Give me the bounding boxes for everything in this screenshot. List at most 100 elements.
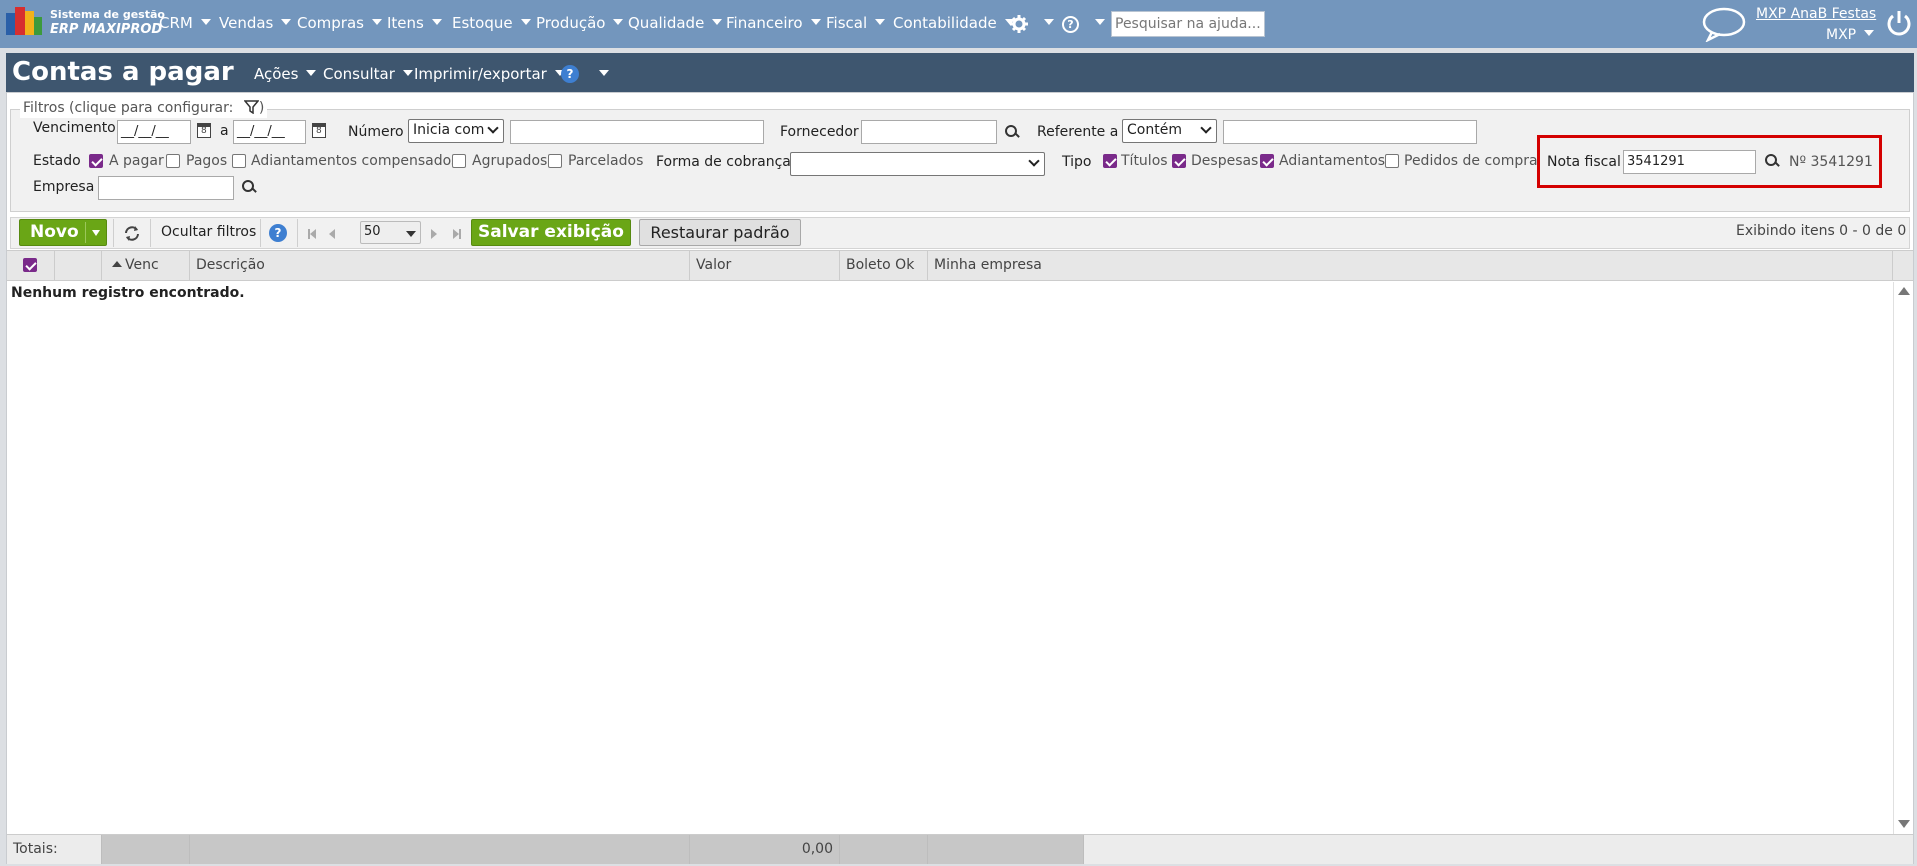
- menu-fiscal[interactable]: Fiscal: [826, 14, 886, 32]
- menu-estoque[interactable]: Estoque: [452, 14, 531, 32]
- empresa-input[interactable]: [98, 176, 234, 200]
- gear-icon[interactable]: [1010, 15, 1028, 33]
- referente-input[interactable]: [1223, 120, 1477, 144]
- column-boleto-ok[interactable]: Boleto Ok: [840, 251, 928, 280]
- referente-mode-select[interactable]: Contém: [1122, 119, 1217, 143]
- estado-a-pagar-label: A pagar: [109, 153, 164, 169]
- estado-parcelados-checkbox[interactable]: [548, 154, 562, 168]
- menu-consultar[interactable]: Consultar: [323, 65, 413, 83]
- caret-icon: [613, 19, 624, 25]
- menu-vendas[interactable]: Vendas: [219, 14, 292, 32]
- novo-dropdown-icon[interactable]: [92, 230, 100, 236]
- search-icon[interactable]: [1004, 124, 1020, 140]
- salvar-exibicao-button[interactable]: Salvar exibição: [471, 219, 631, 246]
- menu-producao[interactable]: Produção: [536, 14, 624, 32]
- estado-adiantamentos-compensados-checkbox[interactable]: [232, 154, 246, 168]
- tipo-adiantamentos-checkbox[interactable]: [1260, 154, 1274, 168]
- footer-cell: [928, 835, 1084, 864]
- date-to-input[interactable]: __/__/__: [233, 120, 306, 144]
- estado-a-pagar-checkbox[interactable]: [89, 154, 103, 168]
- tipo-pedidos-compra-checkbox[interactable]: [1385, 154, 1399, 168]
- filters-legend[interactable]: Filtros (clique para configurar: ): [20, 100, 268, 118]
- empty-message: Nenhum registro encontrado.: [11, 285, 245, 301]
- next-page-icon[interactable]: [431, 229, 437, 239]
- ocultar-filtros-button[interactable]: Ocultar filtros: [161, 224, 256, 240]
- restaurar-padrao-button[interactable]: Restaurar padrão: [639, 219, 801, 246]
- tipo-label: Tipo: [1062, 154, 1092, 170]
- menu-contabilidade[interactable]: Contabilidade: [893, 14, 1015, 32]
- estado-label: Estado: [33, 153, 81, 169]
- user-name-link[interactable]: MXP AnaB Festas: [1756, 6, 1876, 22]
- logo-text: Sistema de gestão ERP MAXIPROD: [50, 8, 165, 37]
- caret-icon: [402, 70, 413, 76]
- tipo-despesas-label: Despesas: [1191, 153, 1259, 169]
- column-minha-empresa[interactable]: Minha empresa: [928, 251, 1893, 280]
- main-panel: Filtros (clique para configurar: ) Venci…: [6, 92, 1914, 864]
- menu-acoes[interactable]: Ações: [254, 65, 317, 83]
- power-icon[interactable]: [1886, 9, 1912, 37]
- page-size-select[interactable]: 50: [360, 221, 421, 244]
- toolbar-help-icon[interactable]: ?: [269, 224, 287, 242]
- search-icon[interactable]: [241, 179, 257, 195]
- tipo-adiantamentos-label: Adiantamentos: [1279, 153, 1386, 169]
- vencimento-label: Vencimento: [33, 120, 116, 136]
- estado-agrupados-label: Agrupados: [472, 153, 548, 169]
- calendar-icon[interactable]: [197, 123, 211, 138]
- maxiprod-logo[interactable]: [6, 7, 44, 39]
- grid-toolbar: [10, 217, 1910, 249]
- top-navbar: Sistema de gestão ERP MAXIPROD CRM Venda…: [0, 0, 1917, 48]
- menu-financeiro[interactable]: Financeiro: [726, 14, 821, 32]
- column-valor[interactable]: Valor: [690, 251, 840, 280]
- caret-icon: [1864, 30, 1875, 36]
- gear-caret-icon[interactable]: [1044, 19, 1054, 25]
- footer-valor-total: 0,00: [690, 835, 840, 864]
- estado-pagos-checkbox[interactable]: [166, 154, 180, 168]
- select-all-checkbox[interactable]: [23, 258, 37, 272]
- footer-cell: [840, 835, 928, 864]
- date-from-input[interactable]: __/__/__: [117, 120, 191, 144]
- caret-icon: [281, 19, 292, 25]
- help-icon[interactable]: ?: [1062, 16, 1079, 33]
- column-descricao[interactable]: Descrição: [190, 251, 690, 280]
- caret-icon: [200, 19, 211, 25]
- menu-compras[interactable]: Compras: [297, 14, 382, 32]
- tipo-despesas-checkbox[interactable]: [1172, 154, 1186, 168]
- menu-imprimir-exportar[interactable]: Imprimir/exportar: [414, 65, 565, 83]
- page-help-caret-icon[interactable]: [599, 70, 609, 76]
- menu-itens[interactable]: Itens: [387, 14, 442, 32]
- estado-parcelados-label: Parcelados: [568, 153, 644, 169]
- caret-icon: [520, 19, 531, 25]
- last-page-bar: [459, 229, 461, 239]
- prev-page-icon[interactable]: [329, 229, 335, 239]
- numero-mode-select[interactable]: Inicia com: [408, 119, 504, 143]
- empresa-label: Empresa: [33, 179, 95, 195]
- menu-qualidade[interactable]: Qualidade: [628, 14, 723, 32]
- calendar-icon[interactable]: [312, 123, 326, 138]
- tipo-pedidos-compra-label: Pedidos de compra: [1404, 153, 1538, 169]
- user-company-menu[interactable]: MXP: [1826, 27, 1875, 43]
- column-venc[interactable]: Venc: [102, 251, 190, 280]
- help-caret-icon[interactable]: [1095, 19, 1105, 25]
- forma-cobranca-select[interactable]: [790, 152, 1045, 176]
- filter-funnel-icon[interactable]: [243, 100, 260, 118]
- scroll-up-icon[interactable]: [1898, 287, 1910, 295]
- caret-icon: [371, 19, 382, 25]
- menu-crm[interactable]: CRM: [159, 14, 211, 32]
- vertical-scrollbar[interactable]: [1893, 282, 1912, 834]
- actions-column-header: [55, 251, 102, 280]
- tipo-titulos-checkbox[interactable]: [1103, 154, 1117, 168]
- grid-footer: Totais: 0,00: [7, 834, 1913, 864]
- refresh-icon[interactable]: [123, 225, 141, 242]
- separator: [297, 219, 298, 247]
- estado-agrupados-checkbox[interactable]: [452, 154, 466, 168]
- fornecedor-input[interactable]: [861, 120, 997, 144]
- referente-label: Referente a: [1037, 124, 1119, 140]
- scroll-down-icon[interactable]: [1898, 820, 1910, 828]
- first-page-icon[interactable]: [310, 229, 316, 239]
- caret-icon: [306, 70, 317, 76]
- chat-icon[interactable]: [1702, 6, 1746, 43]
- page-help-icon[interactable]: ?: [561, 65, 579, 83]
- numero-input[interactable]: [510, 120, 764, 144]
- separator: [113, 219, 114, 247]
- help-search-input[interactable]: Pesquisar na ajuda...: [1111, 11, 1265, 37]
